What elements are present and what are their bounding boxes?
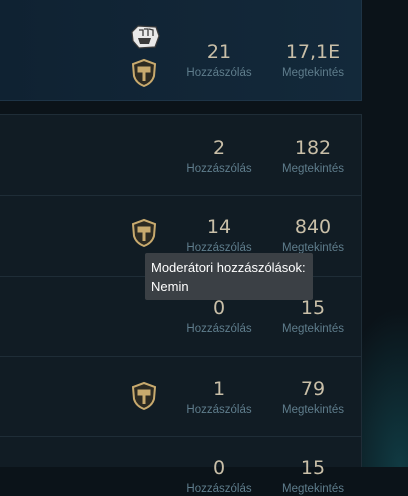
comment-count-value: 0 — [212, 457, 226, 479]
view-count-value: 17,1E — [285, 41, 341, 63]
comment-count-value: 14 — [206, 216, 232, 238]
view-count-value: 15 — [300, 457, 326, 479]
moderator-hammer-shield-icon — [130, 58, 158, 91]
tooltip-moderator-name: Nemin — [151, 279, 189, 294]
view-count: 182 Megtekintés — [273, 137, 353, 176]
riot-fist-icon — [129, 23, 161, 55]
moderator-hammer-shield-icon — [130, 381, 158, 414]
comment-count-value: 2 — [212, 137, 226, 159]
thread-row[interactable]: 21 Hozzászólás 17,1E Megtekintés — [0, 0, 362, 101]
comment-count-value: 0 — [212, 297, 226, 319]
comment-count: 14 Hozzászólás — [179, 216, 259, 255]
view-count: 840 Megtekintés — [273, 216, 353, 255]
view-count-value: 15 — [300, 297, 326, 319]
comment-count-value: 1 — [212, 378, 226, 400]
view-count-value: 840 — [294, 216, 332, 238]
tooltip-title: Moderátori hozzászólások: — [151, 260, 306, 275]
view-count: 79 Megtekintés — [273, 378, 353, 417]
moderator-comments-tooltip: Moderátori hozzászólások: Nemin — [145, 253, 313, 300]
moderator-hammer-shield-icon — [130, 218, 158, 251]
comment-count: 0 Hozzászólás — [179, 457, 259, 496]
comment-count-label: Hozzászólás — [186, 323, 252, 335]
comment-count: 0 Hozzászólás — [179, 297, 259, 336]
view-count: 17,1E Megtekintés — [273, 41, 353, 80]
view-count-value: 79 — [300, 378, 326, 400]
comment-count-label: Hozzászólás — [186, 163, 252, 175]
comment-count-label: Hozzászólás — [186, 483, 252, 495]
view-count-label: Megtekintés — [281, 404, 344, 416]
view-count-label: Megtekintés — [281, 67, 344, 79]
comment-count: 1 Hozzászólás — [179, 378, 259, 417]
view-count: 15 Megtekintés — [273, 457, 353, 496]
view-count-label: Megtekintés — [281, 163, 344, 175]
thread-row[interactable]: 0 Hozzászólás 15 Megtekintés — [0, 437, 362, 495]
view-count-label: Megtekintés — [281, 323, 344, 335]
comment-count-label: Hozzászólás — [186, 67, 252, 79]
thread-row[interactable]: 1 Hozzászólás 79 Megtekintés — [0, 357, 362, 437]
view-count-value: 182 — [294, 137, 332, 159]
comment-count: 2 Hozzászólás — [179, 137, 259, 176]
view-count: 15 Megtekintés — [273, 297, 353, 336]
comment-count: 21 Hozzászólás — [179, 41, 259, 80]
view-count-label: Megtekintés — [281, 483, 344, 495]
thread-row[interactable]: 2 Hozzászólás 182 Megtekintés — [0, 114, 362, 196]
comment-count-label: Hozzászólás — [186, 404, 252, 416]
comment-count-value: 21 — [206, 41, 232, 63]
